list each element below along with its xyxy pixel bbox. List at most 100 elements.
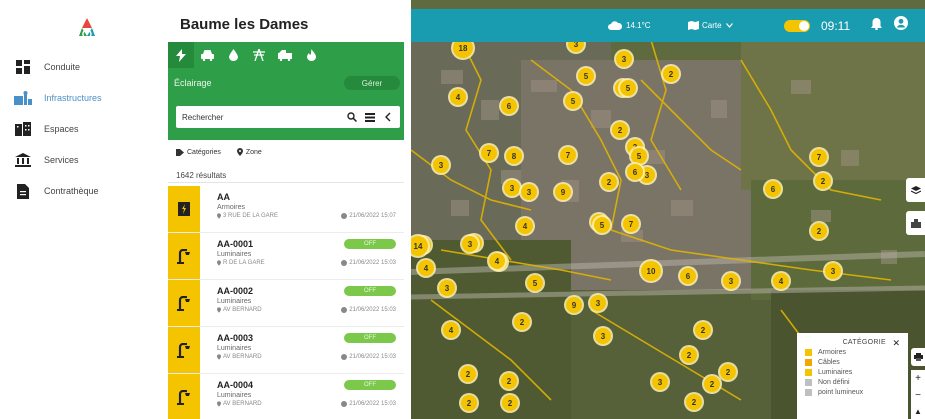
asset-code: AA-0004 bbox=[217, 380, 254, 390]
list-item[interactable]: AA-0002 OFF Luminaires AV BERNARD 21/06/… bbox=[168, 280, 404, 327]
results-count: 1642 résultats bbox=[176, 171, 227, 180]
map-cluster-marker[interactable]: 3 bbox=[721, 271, 741, 291]
tools-button[interactable] bbox=[906, 211, 925, 235]
map-cluster-marker[interactable]: 6 bbox=[499, 96, 519, 116]
map-cluster-marker[interactable]: 3 bbox=[593, 326, 613, 346]
legend-label: Câbles bbox=[818, 359, 840, 366]
notifications-button[interactable] bbox=[871, 17, 882, 35]
legend-item: Armoires bbox=[805, 349, 902, 356]
clock-icon bbox=[341, 354, 348, 360]
marker-count: 3 bbox=[831, 267, 836, 276]
map-cluster-marker[interactable]: 2 bbox=[679, 345, 699, 365]
map-cluster-marker[interactable]: 2 bbox=[499, 371, 519, 391]
map-cluster-marker[interactable]: 2 bbox=[718, 362, 738, 382]
map-cluster-marker[interactable]: 2 bbox=[599, 172, 619, 192]
nav-item-conduite[interactable]: Conduite bbox=[14, 57, 80, 77]
map-cluster-marker[interactable]: 3 bbox=[437, 278, 457, 298]
map-cluster-marker[interactable]: 4 bbox=[448, 87, 468, 107]
north-arrow-icon[interactable]: ▲ bbox=[914, 407, 922, 416]
collapse-panel-icon[interactable] bbox=[382, 111, 394, 123]
map-cluster-marker[interactable]: 2 bbox=[459, 393, 479, 413]
map-cluster-marker[interactable]: 6 bbox=[678, 266, 698, 286]
map-cluster-marker[interactable]: 5 bbox=[563, 91, 583, 111]
map-cluster-marker[interactable]: 3 bbox=[460, 234, 480, 254]
date-text: 21/06/2022 15:03 bbox=[349, 354, 396, 360]
nav-item-espaces[interactable]: Espaces bbox=[14, 119, 79, 139]
print-button[interactable] bbox=[911, 348, 925, 366]
map-cluster-marker[interactable]: 4 bbox=[487, 251, 507, 271]
map-cluster-marker[interactable]: 2 bbox=[684, 392, 704, 412]
manage-button[interactable]: Gérer bbox=[344, 76, 400, 90]
nav-item-infrastructures[interactable]: Infrastructures bbox=[14, 88, 102, 108]
date-text: 21/06/2022 15:07 bbox=[349, 213, 396, 219]
map-cluster-marker[interactable]: 3 bbox=[614, 49, 634, 69]
nav-item-contratheque[interactable]: Contrathèque bbox=[14, 181, 99, 201]
map-cluster-marker[interactable]: 2 bbox=[458, 364, 478, 384]
map-cluster-marker[interactable]: 6 bbox=[625, 162, 645, 182]
map-cluster-marker[interactable]: 7 bbox=[809, 147, 829, 167]
map-cluster-marker[interactable]: 3 bbox=[502, 178, 522, 198]
list-item[interactable]: AA-0003 OFF Luminaires AV BERNARD 21/06/… bbox=[168, 327, 404, 374]
map-cluster-marker[interactable]: 2 bbox=[500, 393, 520, 413]
map-cluster-marker[interactable]: 5 bbox=[525, 273, 545, 293]
map-cluster-marker[interactable]: 9 bbox=[553, 182, 573, 202]
map-cluster-marker[interactable]: 2 bbox=[610, 120, 630, 140]
zoom-out-button[interactable]: − bbox=[915, 390, 921, 401]
app-logo bbox=[79, 18, 95, 39]
tab-secours[interactable] bbox=[272, 42, 298, 68]
map-cluster-marker[interactable]: 2 bbox=[693, 320, 713, 340]
list-view-icon[interactable] bbox=[364, 111, 376, 123]
category-header: Éclairage Gérer bbox=[168, 42, 404, 140]
map-cluster-marker[interactable]: 10 bbox=[639, 259, 663, 283]
map-cluster-marker[interactable]: 5 bbox=[592, 215, 612, 235]
map-cluster-marker[interactable]: 6 bbox=[763, 179, 783, 199]
map-cluster-marker[interactable]: 7 bbox=[621, 214, 641, 234]
layers-button[interactable] bbox=[906, 178, 925, 202]
map-cluster-marker[interactable]: 2 bbox=[809, 221, 829, 241]
map-cluster-marker[interactable]: 3 bbox=[823, 261, 843, 281]
tab-vehicules[interactable] bbox=[194, 42, 220, 68]
map-cluster-marker[interactable]: 8 bbox=[504, 146, 524, 166]
map-cluster-marker[interactable]: 4 bbox=[771, 271, 791, 291]
map-cluster-marker[interactable]: 4 bbox=[416, 258, 436, 278]
map-cluster-marker[interactable]: 5 bbox=[576, 66, 596, 86]
marker-count: 4 bbox=[449, 326, 454, 335]
map-cluster-marker[interactable]: 2 bbox=[512, 312, 532, 332]
marker-count: 3 bbox=[596, 299, 601, 308]
tab-gaz[interactable] bbox=[298, 42, 324, 68]
filter-categories[interactable]: Catégories bbox=[176, 148, 221, 156]
map-cluster-marker[interactable]: 5 bbox=[618, 78, 638, 98]
search-input[interactable] bbox=[182, 112, 340, 122]
map-cluster-marker[interactable]: 9 bbox=[564, 295, 584, 315]
map-cluster-marker[interactable]: 3 bbox=[650, 372, 670, 392]
map-mode-dropdown[interactable]: Carte bbox=[688, 21, 733, 30]
map-cluster-marker[interactable]: 4 bbox=[441, 320, 461, 340]
map-cluster-marker[interactable]: 2 bbox=[813, 171, 833, 191]
list-item[interactable]: AA Armoires 3 RUE DE LA GARE 21/06/2022 … bbox=[168, 186, 404, 233]
category-band bbox=[168, 186, 200, 232]
map-cluster-marker[interactable]: 3 bbox=[431, 155, 451, 175]
map-cluster-marker[interactable]: 7 bbox=[479, 143, 499, 163]
map-cluster-marker[interactable]: 4 bbox=[515, 216, 535, 236]
tab-reseau[interactable] bbox=[246, 42, 272, 68]
map-cluster-marker[interactable]: 2 bbox=[702, 374, 722, 394]
list-item[interactable]: AA-0004 OFF Luminaires AV BERNARD 21/06/… bbox=[168, 374, 404, 419]
asset-date: 21/06/2022 15:03 bbox=[341, 260, 396, 266]
filter-zone[interactable]: Zone bbox=[236, 148, 262, 156]
user-menu-button[interactable] bbox=[894, 16, 908, 35]
nav-item-services[interactable]: Services bbox=[14, 150, 79, 170]
tab-eclairage[interactable] bbox=[168, 42, 194, 68]
map-cluster-marker[interactable]: 3 bbox=[588, 293, 608, 313]
map-cluster-marker[interactable]: 7 bbox=[558, 145, 578, 165]
list-item[interactable]: AA-0001 OFF Luminaires R DE LA GARE 21/0… bbox=[168, 233, 404, 280]
search-icon[interactable] bbox=[346, 111, 358, 123]
tab-eau[interactable] bbox=[220, 42, 246, 68]
zoom-in-button[interactable]: + bbox=[915, 373, 921, 384]
map-cluster-marker[interactable]: 3 bbox=[519, 182, 539, 202]
theme-toggle[interactable] bbox=[784, 19, 810, 32]
map-cluster-marker[interactable]: 2 bbox=[661, 64, 681, 84]
marker-count: 7 bbox=[566, 151, 571, 160]
close-icon[interactable]: ✕ bbox=[892, 338, 900, 349]
asset-code: AA-0003 bbox=[217, 333, 254, 343]
marker-count: 2 bbox=[701, 326, 706, 335]
